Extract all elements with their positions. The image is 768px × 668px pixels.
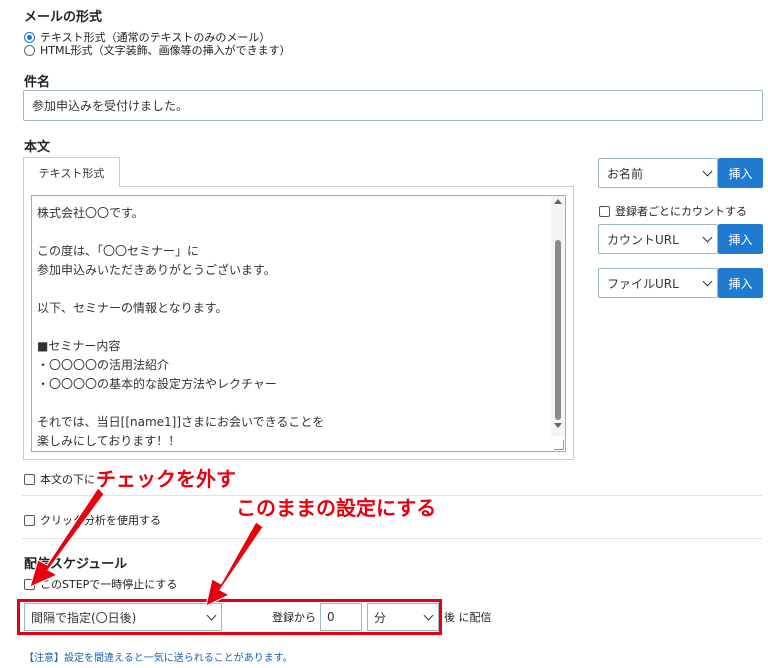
- body-line: [37, 318, 547, 337]
- body-line: [37, 223, 547, 242]
- resize-grip-icon[interactable]: [554, 440, 564, 450]
- scroll-thumb[interactable]: [555, 240, 561, 420]
- subject-input[interactable]: 参加申込みを受付けました。: [23, 90, 763, 121]
- subject-input-value: 参加申込みを受付けました。: [32, 99, 189, 113]
- insert-name-button[interactable]: 挿入: [718, 158, 763, 188]
- body-line: それでは、当日[[name1]]さまにお会いできることを: [37, 415, 325, 429]
- file-url-select-value: ファイルURL: [607, 276, 679, 291]
- body-line: [37, 394, 547, 413]
- pause-step-label: このSTEPで一時停止にする: [40, 578, 178, 591]
- mail-format-title: メールの形式: [24, 10, 103, 25]
- chevron-down-icon: [702, 166, 713, 177]
- radio-html-format-button[interactable]: [24, 44, 35, 56]
- insert-count-url-button[interactable]: 挿入: [718, 224, 763, 254]
- body-line: 株式会社〇〇です。: [37, 206, 144, 220]
- body-line: [37, 280, 547, 299]
- count-per-user-checkbox[interactable]: [599, 205, 610, 217]
- schedule-title: 配信スケジュール: [24, 557, 128, 572]
- body-textarea[interactable]: 株式会社〇〇です。この度は、「〇〇セミナー」に参加申込みいただきありがとうござい…: [31, 195, 566, 452]
- after-delivery-label: 後 に配信: [444, 611, 492, 624]
- chevron-down-icon: [702, 276, 713, 287]
- body-line: ・〇〇〇〇の活用法紹介: [37, 358, 170, 372]
- divider: [22, 538, 762, 539]
- annotation-keep-setting: このままの設定にする: [236, 496, 437, 520]
- annotation-uncheck: チェックを外す: [96, 467, 236, 491]
- schedule-highlight-box: [17, 599, 442, 635]
- radio-html-format-label: HTML形式（文字装飾、画像等の挿入ができます）: [40, 44, 291, 57]
- body-text: 株式会社〇〇です。この度は、「〇〇セミナー」に参加申込みいただきありがとうござい…: [37, 204, 547, 451]
- tab-text-format[interactable]: テキスト形式: [23, 157, 120, 187]
- count-url-select[interactable]: カウントURL: [598, 224, 718, 254]
- body-bottom-label: 本文の下に: [40, 473, 95, 486]
- body-line: 参加申込みいただきありがとうございます。: [37, 263, 276, 277]
- scroll-up-arrow-icon[interactable]: [554, 199, 562, 204]
- body-line: ■セミナー内容: [37, 339, 121, 353]
- count-per-user-checkbox-row[interactable]: 登録者ごとにカウントする: [599, 203, 747, 219]
- body-line: この度は、「〇〇セミナー」に: [37, 244, 200, 258]
- body-line: ・〇〇〇〇の基本的な設定方法やレクチャー: [37, 377, 277, 391]
- count-url-select-value: カウントURL: [607, 232, 679, 247]
- body-title: 本文: [24, 140, 51, 155]
- name-field-select[interactable]: お名前: [598, 158, 718, 188]
- body-bottom-checkbox[interactable]: [24, 473, 35, 485]
- pause-step-checkbox-row[interactable]: このSTEPで一時停止にする: [24, 576, 177, 592]
- file-url-select[interactable]: ファイルURL: [598, 268, 718, 298]
- body-line: 楽しみにしております！！: [37, 434, 181, 448]
- count-per-user-label: 登録者ごとにカウントする: [615, 205, 747, 218]
- body-bottom-checkbox-row[interactable]: 本文の下に: [24, 471, 95, 487]
- body-line: 以下、セミナーの情報となります。: [37, 301, 228, 315]
- click-analysis-label: クリック分析を使用する: [40, 514, 161, 527]
- radio-text-format-button[interactable]: [24, 31, 35, 43]
- step-mail-settings-form: メールの形式 テキスト形式（通常のテキストのみのメール） HTML形式（文字装飾…: [0, 0, 768, 668]
- name-field-select-value: お名前: [607, 166, 644, 181]
- click-analysis-checkbox[interactable]: [24, 514, 35, 526]
- radio-html-format[interactable]: HTML形式（文字装飾、画像等の挿入ができます）: [24, 42, 291, 58]
- scroll-down-arrow-icon[interactable]: [554, 423, 562, 428]
- warning-note: 【注意】設定を間違えると一気に送られることがあります。: [24, 653, 293, 664]
- chevron-down-icon: [702, 232, 713, 243]
- pause-step-checkbox[interactable]: [24, 578, 35, 590]
- body-scrollbar[interactable]: [551, 196, 565, 436]
- click-analysis-checkbox-row[interactable]: クリック分析を使用する: [24, 512, 161, 528]
- insert-file-url-button[interactable]: 挿入: [718, 268, 763, 298]
- subject-title: 件名: [24, 75, 51, 90]
- arrow-keep-setting: [205, 521, 264, 607]
